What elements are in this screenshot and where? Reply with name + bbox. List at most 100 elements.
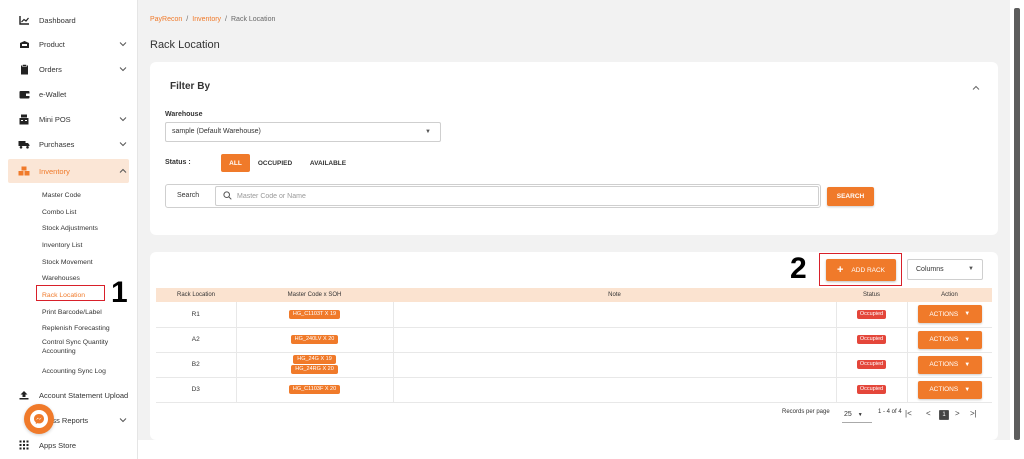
sidebar-item-inventory[interactable]: Inventory xyxy=(8,159,129,183)
sidebar-item-mini-pos[interactable]: Mini POS xyxy=(0,107,137,132)
actions-label: ACTIONS xyxy=(929,310,959,318)
chevron-down-icon[interactable] xyxy=(119,40,127,48)
breadcrumb: PayRecon / Inventory / Rack Location xyxy=(150,16,276,23)
grid-icon xyxy=(18,439,30,451)
caret-down-icon: ▼ xyxy=(964,386,971,393)
status-filter-occupied[interactable]: OCCUPIED xyxy=(254,154,296,172)
highlight-box-rack-location xyxy=(36,285,105,301)
master-code-cell: HG_24G X 19 HG_24RG X 20 xyxy=(236,352,394,378)
sidebar-subitem-replenish-forecasting[interactable]: Replenish Forecasting xyxy=(0,321,137,338)
search-field[interactable] xyxy=(215,186,819,206)
sidebar-item-purchases[interactable]: Purchases xyxy=(0,132,137,157)
filter-title: Filter By xyxy=(170,81,211,92)
messenger-chat-button[interactable] xyxy=(24,404,54,434)
caret-down-icon: ▼ xyxy=(968,266,974,272)
sidebar-item-dashboard[interactable]: Dashboard xyxy=(0,8,137,32)
breadcrumb-current: Rack Location xyxy=(231,16,276,23)
status-badge: Occupied xyxy=(856,360,887,369)
sidebar-item-ewallet[interactable]: e-Wallet xyxy=(0,82,137,107)
records-per-page-select[interactable]: 25 ▼ xyxy=(842,407,872,423)
caret-down-icon: ▼ xyxy=(425,129,431,135)
sidebar: Dashboard Product Orders e-Wallet Mini P… xyxy=(0,0,138,459)
messenger-icon xyxy=(30,410,48,428)
action-cell: ACTIONS ▼ xyxy=(907,352,992,378)
sidebar-item-business-reports[interactable]: ness Reports xyxy=(0,408,137,433)
sidebar-subitem-inventory-list[interactable]: Inventory List xyxy=(0,237,137,254)
pos-icon xyxy=(18,114,30,126)
actions-button[interactable]: ACTIONS ▼ xyxy=(917,305,982,324)
search-input[interactable] xyxy=(237,189,807,203)
upload-icon xyxy=(18,389,30,401)
sidebar-subitem-stock-movement[interactable]: Stock Movement xyxy=(0,254,137,271)
note-cell xyxy=(393,377,837,403)
column-header[interactable]: Note xyxy=(393,288,836,302)
rack-table: Rack Location Master Code x SOH Note Sta… xyxy=(156,288,992,403)
chevron-down-icon[interactable] xyxy=(119,115,127,123)
status-badge: Occupied xyxy=(856,309,887,319)
note-cell xyxy=(393,302,837,328)
next-page-icon[interactable]: > xyxy=(955,409,960,418)
status-badge: Occupied xyxy=(856,385,887,394)
note-cell xyxy=(393,352,837,378)
breadcrumb-root[interactable]: PayRecon xyxy=(150,16,182,23)
sidebar-item-product[interactable]: Product xyxy=(0,32,137,57)
clipboard-icon xyxy=(18,64,30,76)
sidebar-subitem-combo-list[interactable]: Combo List xyxy=(0,204,137,221)
prev-page-icon[interactable]: < xyxy=(926,409,931,418)
sidebar-subitem-control-sync[interactable]: Control Sync Quantity Accounting xyxy=(0,337,137,363)
sidebar-item-apps-store[interactable]: Apps Store xyxy=(0,433,137,458)
sidebar-subitem-master-code[interactable]: Master Code xyxy=(0,187,137,204)
records-per-page-label: Records per page xyxy=(782,409,830,415)
status-filter-available[interactable]: AVAILABLE xyxy=(305,154,351,172)
caret-down-icon: ▼ xyxy=(964,311,971,318)
rack-cell: R1 xyxy=(156,302,237,328)
last-page-icon[interactable]: >| xyxy=(970,409,977,418)
actions-button[interactable]: ACTIONS ▼ xyxy=(917,355,982,374)
chevron-down-icon[interactable] xyxy=(119,140,127,148)
caret-down-icon: ▼ xyxy=(857,411,863,418)
actions-label: ACTIONS xyxy=(929,336,959,343)
current-page-button[interactable]: 1 xyxy=(939,410,949,420)
search-icon xyxy=(223,191,232,202)
breadcrumb-inventory[interactable]: Inventory xyxy=(192,16,221,23)
search-label: Search xyxy=(177,192,200,199)
actions-button[interactable]: ACTIONS ▼ xyxy=(917,380,982,399)
column-header[interactable]: Action xyxy=(907,288,992,302)
sidebar-item-label: Account Statement Upload xyxy=(39,390,129,400)
actions-label: ACTIONS xyxy=(929,386,959,393)
column-header[interactable]: Rack Location xyxy=(156,288,236,302)
records-per-page-value: 25 xyxy=(844,411,852,418)
page-title: Rack Location xyxy=(150,39,220,51)
column-header[interactable]: Master Code x SOH xyxy=(236,288,393,302)
sidebar-subitem-accounting-sync-log[interactable]: Accounting Sync Log xyxy=(0,363,137,380)
action-cell: ACTIONS ▼ xyxy=(907,327,992,353)
search-button[interactable]: SEARCH xyxy=(827,187,874,206)
sidebar-item-label: e-Wallet xyxy=(39,90,67,99)
columns-select[interactable]: Columns ▼ xyxy=(907,259,983,280)
sidebar-item-account-statement-upload[interactable]: Account Statement Upload xyxy=(0,383,137,408)
status-cell: Occupied xyxy=(836,327,908,353)
truck-icon xyxy=(18,139,30,151)
actions-button[interactable]: ACTIONS ▼ xyxy=(917,330,982,349)
chevron-down-icon[interactable] xyxy=(119,65,127,73)
columns-select-value: Columns xyxy=(916,266,944,273)
caret-down-icon: ▼ xyxy=(964,336,971,343)
scrollbar-thumb[interactable] xyxy=(1014,8,1020,440)
rack-cell: B2 xyxy=(156,352,237,378)
status-filter-all[interactable]: ALL xyxy=(221,154,250,172)
table-row: A2 HG_240LV X 20 Occupied ACTIONS ▼ xyxy=(156,327,992,353)
status-cell: Occupied xyxy=(836,377,908,403)
chevron-up-icon[interactable] xyxy=(972,84,980,94)
sidebar-subitem-stock-adjustments[interactable]: Stock Adjustments xyxy=(0,220,137,237)
warehouse-select[interactable]: sample (Default Warehouse) ▼ xyxy=(165,122,441,142)
chevron-up-icon[interactable] xyxy=(119,167,127,175)
sidebar-item-orders[interactable]: Orders xyxy=(0,57,137,82)
note-cell xyxy=(393,327,837,353)
first-page-icon[interactable]: |< xyxy=(905,409,912,418)
status-badge: Occupied xyxy=(856,335,887,344)
master-code-cell: HG_C1103F X 20 xyxy=(236,377,394,403)
rack-table-card: + ADD RACK Columns ▼ Rack Location Maste… xyxy=(150,252,998,440)
master-code-cell: HG_240LV X 20 xyxy=(236,327,394,353)
chevron-down-icon[interactable] xyxy=(119,416,127,424)
column-header[interactable]: Status xyxy=(836,288,907,302)
